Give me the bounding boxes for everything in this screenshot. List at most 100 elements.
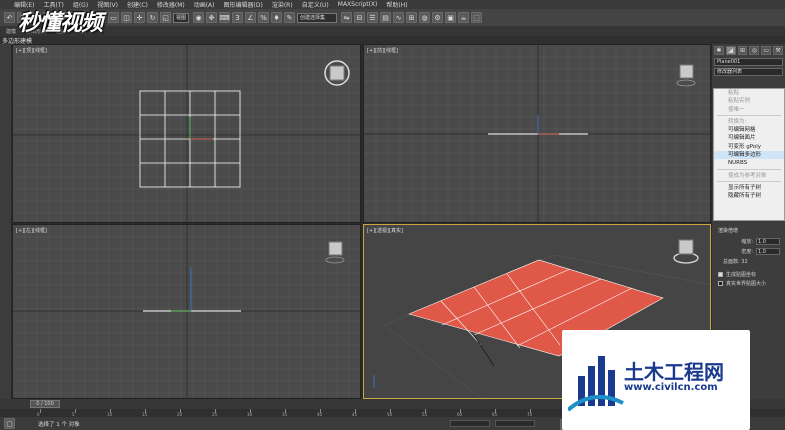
gen-mapping-label: 生成贴图坐标 <box>726 272 757 278</box>
watermark-video-text: 秒懂视频 <box>18 10 103 36</box>
context-menu-item: 转换为: <box>728 118 747 125</box>
watermark-logo-title: 土木工程网 <box>624 360 724 384</box>
viewport-label-left[interactable]: [+][左][线框] <box>16 227 47 234</box>
menu-item-8[interactable]: 渲染(R) <box>272 0 293 9</box>
window-crossing-icon[interactable]: ◫ <box>121 12 132 23</box>
watermark-civil-logo: 土木工程网 www.civilcn.com <box>562 330 750 430</box>
context-menu: 粘贴粘贴实例 使唯一转换为: 可编辑网格 可编辑面片 可变形 gPoly 可编辑多边形 NU… <box>713 88 785 221</box>
menu-item-7[interactable]: 图形编辑器(D) <box>224 0 263 9</box>
menu-bar: 编辑(E) 工具(T) 组(G) 视图(V) 创建(C) 修改器(M) 动画(A) 图形编辑器… <box>0 0 785 9</box>
display-tab-icon[interactable]: ▭ <box>761 45 772 55</box>
angle-snap-icon[interactable]: ∠ <box>245 12 257 23</box>
material-editor-icon[interactable]: ◍ <box>419 12 431 23</box>
rotate-icon[interactable]: ↻ <box>147 12 158 23</box>
view-cube-front[interactable] <box>676 64 696 87</box>
context-menu-item[interactable]: 可编辑面片 <box>714 134 784 142</box>
menu-item-5[interactable]: 修改器(M) <box>157 0 185 9</box>
edit-named-selection-icon[interactable]: ✎ <box>284 12 296 23</box>
time-slider[interactable]: 0 / 100 <box>30 400 60 408</box>
left-view-grid <box>13 225 360 398</box>
modifier-list-dropdown[interactable]: 修改器列表 <box>714 68 783 76</box>
keyboard-shortcut-icon[interactable]: ⌨ <box>219 12 231 23</box>
scale-spinner[interactable]: 1.0 <box>756 237 780 245</box>
render-multiplier-title: 渲染倍增 <box>718 228 739 234</box>
move-icon[interactable]: ✛ <box>134 12 145 23</box>
context-menu-item[interactable]: 可变形 gPoly <box>714 143 784 151</box>
reference-coord-select[interactable]: 视图 <box>173 12 190 23</box>
curve-editor-icon[interactable]: ∿ <box>393 12 405 23</box>
mirror-icon[interactable]: ⇋ <box>341 12 353 23</box>
snap-icon[interactable]: 3 <box>232 12 244 23</box>
create-tab-icon[interactable]: ✱ <box>714 45 724 55</box>
context-menu-item[interactable]: 可编辑多边形 <box>714 151 784 160</box>
context-menu-item: 使唯一 <box>728 106 745 113</box>
schematic-view-icon[interactable]: ⊞ <box>406 12 418 23</box>
command-panel-tabs: ✱ ◢ ⊞ ◎ ▭ ⚒ <box>712 44 785 56</box>
main-toolbar: ↶ ↷ ∞ ≠ ≈ ▾ ◂ ≡ ▭ ◫ ✛ ↻ ◱ 视图 ◉ ✥ ⌨ 3 ∠ %… <box>0 9 785 26</box>
context-menu-item[interactable]: 隐藏所有子树 <box>714 192 784 200</box>
percent-snap-icon[interactable]: % <box>258 12 270 23</box>
rect-select-icon[interactable]: ▭ <box>108 12 119 23</box>
undo-icon[interactable]: ↶ <box>4 12 15 23</box>
context-menu-item[interactable]: NURBS <box>714 159 784 167</box>
render-setup-icon[interactable]: ⚙ <box>432 12 444 23</box>
rendering-rollout: 渲染倍增 缩放: 1.0 密度: 1.0 总面数: 32 生成贴图坐标 真实世界… <box>713 224 785 304</box>
render-production-icon[interactable]: ⬚ <box>471 12 483 23</box>
menu-item-9[interactable]: 自定义(U) <box>302 0 329 9</box>
view-cube-perspective[interactable] <box>673 239 699 264</box>
modify-tab-icon[interactable]: ◢ <box>725 45 736 55</box>
align-icon[interactable]: ⊟ <box>354 12 366 23</box>
ribbon-toggle-icon[interactable]: ▤ <box>380 12 392 23</box>
context-menu-item: 粘贴 <box>728 90 740 96</box>
top-view-grid <box>13 45 360 222</box>
left-dock-strip <box>0 44 11 399</box>
viewport-top[interactable]: [+][顶][线框] <box>12 44 361 223</box>
viewport-label-perspective[interactable]: [+][透视][真实] <box>367 227 403 234</box>
context-menu-separator <box>717 168 781 171</box>
menu-item-4[interactable]: 创建(C) <box>127 0 148 9</box>
object-name-field[interactable]: Plane001 <box>714 58 783 66</box>
maxscript-listener-icon[interactable]: ▢ <box>4 418 15 429</box>
viewport-label-front[interactable]: [+][前][线框] <box>367 47 398 54</box>
real-world-checkbox-row[interactable]: 真实世界贴图大小 <box>718 279 785 288</box>
ribbon-tab-0[interactable]: 建模 <box>6 28 16 35</box>
front-view-grid <box>364 45 710 222</box>
motion-tab-icon[interactable]: ◎ <box>749 45 760 55</box>
context-menu-item: 粘贴实例 <box>728 98 751 105</box>
watermark-video-logo: 秒懂视频 <box>18 5 103 37</box>
pivot-icon[interactable]: ◉ <box>193 12 205 23</box>
context-menu-item[interactable]: 显示所有子树 <box>714 184 784 192</box>
render-icon[interactable]: ☕ <box>458 12 470 23</box>
spinner-snap-icon[interactable]: ♦ <box>271 12 283 23</box>
gen-mapping-checkbox[interactable] <box>718 272 723 277</box>
menu-item-10[interactable]: MAXScript(X) <box>338 1 378 8</box>
menu-item-11[interactable]: 帮助(H) <box>386 0 407 9</box>
context-menu-item[interactable]: 可编辑网格 <box>714 126 784 134</box>
ribbon-panel: 多边形建模 <box>0 36 785 45</box>
utilities-tab-icon[interactable]: ⚒ <box>773 45 783 55</box>
timeline-tick <box>75 409 76 413</box>
menu-item-6[interactable]: 动画(A) <box>194 0 215 9</box>
viewport-left[interactable]: [+][左][线框] <box>12 224 361 399</box>
building-logo-icon <box>568 356 624 412</box>
hierarchy-tab-icon[interactable]: ⊞ <box>737 45 748 55</box>
named-selection-set[interactable]: 创建选择集 <box>297 12 338 23</box>
select-manipulate-icon[interactable]: ✥ <box>206 12 218 23</box>
density-spinner[interactable]: 1.0 <box>756 247 780 255</box>
context-menu-item: 使成为参考对象 <box>728 172 767 179</box>
status-text: 选择了 1 个 对象 <box>38 422 80 428</box>
real-world-checkbox[interactable] <box>718 281 723 286</box>
view-cube-left[interactable] <box>325 241 345 264</box>
context-menu-separator <box>717 114 781 117</box>
viewport-front[interactable]: [+][前][线框] <box>363 44 711 223</box>
coord-y-field[interactable] <box>495 420 535 427</box>
viewport-label-top[interactable]: [+][顶][线框] <box>16 47 47 54</box>
density-label: 密度: <box>741 248 753 255</box>
coord-x-field[interactable] <box>450 420 490 427</box>
ribbon-tabs: 建模 自由形式 选择 填充 <box>0 26 785 36</box>
layer-manager-icon[interactable]: ☰ <box>367 12 379 23</box>
scale-icon[interactable]: ◱ <box>160 12 171 23</box>
context-menu-separator <box>717 180 781 183</box>
gen-mapping-checkbox-row[interactable]: 生成贴图坐标 <box>718 270 785 279</box>
rendered-frame-icon[interactable]: ▣ <box>445 12 457 23</box>
